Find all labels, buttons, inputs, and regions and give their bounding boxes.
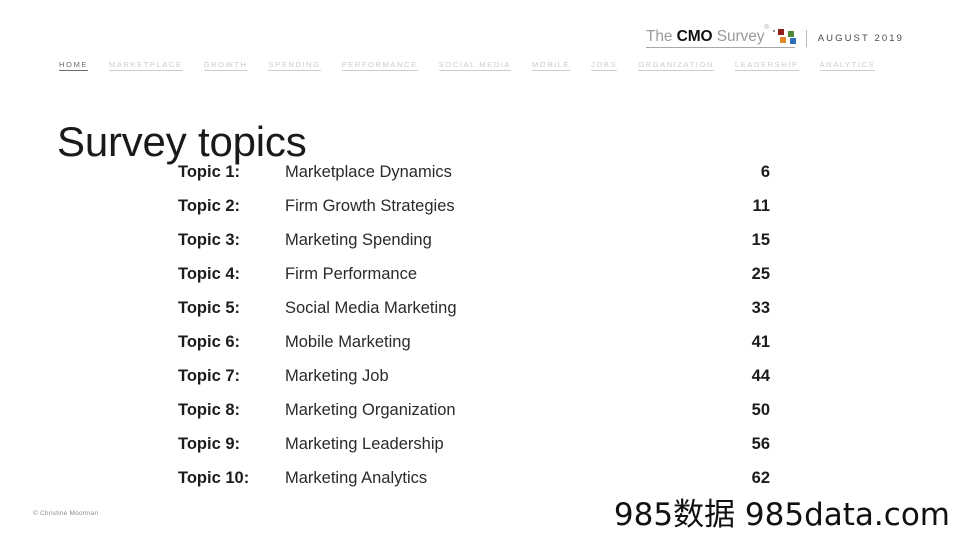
nav-item-leadership[interactable]: LEADERSHIP	[734, 60, 799, 71]
topic-page: 44	[751, 367, 770, 385]
page-title: Survey topics	[57, 118, 307, 166]
nav-item-mobile[interactable]: MOBILE	[532, 60, 571, 71]
topic-label: Topic 7:	[178, 367, 241, 385]
logo-dots-icon	[772, 28, 796, 45]
nav-item-organization[interactable]: ORGANIZATION	[638, 60, 714, 71]
table-row[interactable]: Topic 2: Firm Growth Strategies 11	[178, 197, 770, 231]
brand-bar: The CMO Survey® AUGUST 2019	[645, 25, 904, 50]
topic-page: 41	[751, 333, 770, 351]
nav-item-spending[interactable]: SPENDING	[268, 60, 321, 71]
topic-name: Marketing Leadership	[285, 435, 444, 453]
topic-page: 56	[751, 435, 770, 453]
topic-label: Topic 8:	[178, 401, 241, 419]
topic-name: Marketing Spending	[285, 231, 432, 249]
nav-item-performance[interactable]: PERFORMANCE	[341, 60, 418, 71]
nav-item-marketplace[interactable]: MARKETPLACE	[108, 60, 183, 71]
topic-label: Topic 10:	[178, 469, 250, 487]
nav-item-social-media[interactable]: SOCIAL MEDIA	[438, 60, 512, 71]
nav-item-analytics[interactable]: ANALYTICS	[819, 60, 876, 71]
table-row[interactable]: Topic 7: Marketing Job 44	[178, 367, 770, 401]
copyright-notice: © Christine Moorman	[33, 510, 99, 517]
slide-root: The CMO Survey® AUGUST 2019 HOME MARKETP…	[0, 0, 960, 540]
topic-page: 62	[751, 469, 770, 487]
logo-dot-green-icon	[787, 30, 794, 37]
topic-name: Marketing Analytics	[285, 469, 428, 487]
table-row[interactable]: Topic 1: Marketplace Dynamics 6	[178, 163, 770, 197]
nav-item-growth[interactable]: GROWTH	[203, 60, 248, 71]
topic-label: Topic 3:	[178, 231, 241, 249]
topic-name: Marketing Job	[285, 367, 389, 385]
logo-wordmark: The CMO Survey®	[645, 25, 769, 45]
topic-name: Marketplace Dynamics	[285, 163, 452, 181]
topic-name: Firm Performance	[285, 265, 418, 283]
topic-name: Marketing Organization	[285, 401, 456, 419]
table-row[interactable]: Topic 9: Marketing Leadership 56	[178, 435, 770, 469]
topic-page: 6	[760, 163, 770, 181]
topic-page: 11	[752, 197, 770, 215]
topic-label: Topic 9:	[178, 435, 241, 453]
topic-page: 33	[751, 299, 770, 317]
watermark: 985数据 985data.com	[613, 497, 950, 533]
logo-dot-blue-icon	[789, 37, 796, 44]
report-date: AUGUST 2019	[817, 32, 904, 44]
topic-label: Topic 4:	[178, 265, 241, 283]
topic-page: 50	[751, 401, 770, 419]
nav-item-jobs[interactable]: JOBS	[591, 60, 618, 71]
topic-label: Topic 1:	[178, 163, 241, 181]
logo-cmo-text: CMO	[676, 28, 713, 45]
nav-item-home[interactable]: HOME	[59, 60, 88, 71]
brand-divider	[805, 29, 807, 47]
topic-label: Topic 5:	[178, 299, 241, 317]
logo-dot-gray-icon	[772, 29, 776, 32]
topic-name: Social Media Marketing	[285, 299, 457, 317]
table-row[interactable]: Topic 4: Firm Performance 25	[178, 265, 770, 299]
logo-dot-orange-icon	[779, 36, 786, 43]
topic-name: Mobile Marketing	[285, 333, 411, 351]
topic-name: Firm Growth Strategies	[285, 197, 455, 215]
registered-trademark-icon: ®	[764, 24, 769, 31]
topic-label: Topic 2:	[178, 197, 241, 215]
table-row[interactable]: Topic 6: Mobile Marketing 41	[178, 333, 770, 367]
primary-nav: HOME MARKETPLACE GROWTH SPENDING PERFORM…	[59, 60, 904, 71]
topic-page: 25	[751, 265, 770, 283]
topic-label: Topic 6:	[178, 333, 241, 351]
topic-page: 15	[751, 231, 770, 249]
logo-dot-red-icon	[777, 28, 784, 35]
table-row[interactable]: Topic 3: Marketing Spending 15	[178, 231, 770, 265]
cmo-survey-logo[interactable]: The CMO Survey®	[645, 25, 796, 48]
table-row[interactable]: Topic 8: Marketing Organization 50	[178, 401, 770, 435]
logo-the-text: The	[645, 28, 673, 45]
survey-topics-list: Topic 1: Marketplace Dynamics 6 Topic 2:…	[178, 163, 770, 503]
logo-survey-text: Survey	[716, 28, 765, 45]
table-row[interactable]: Topic 5: Social Media Marketing 33	[178, 299, 770, 333]
